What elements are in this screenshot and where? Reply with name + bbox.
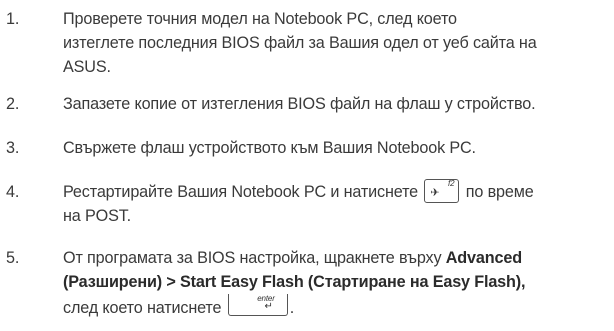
step-text-line: изтеглете последния BIOS файл за Вашия о… <box>63 34 537 52</box>
step-text: по време <box>465 183 534 201</box>
step-text: след което натиснете <box>63 299 222 317</box>
step-text-line: след което натиснете enter ↵ . <box>63 293 295 319</box>
instruction-page: 1. Проверете точния модел на Notebook PC… <box>0 0 614 331</box>
step-number: 1. <box>6 10 20 28</box>
step-number: 3. <box>6 139 20 157</box>
step-text-line: Рестартирайте Вашия Notebook PC и натисн… <box>63 179 534 204</box>
step-number: 2. <box>6 95 20 113</box>
enter-arrow-icon: ↵ <box>264 300 273 312</box>
menu-path-bold: (Разширени) > Start Easy Flash (Стартира… <box>63 273 526 291</box>
enter-key: enter ↵ <box>227 293 288 316</box>
menu-path-bold: Advanced <box>445 249 522 267</box>
step-text-line: Свържете флаш устройството към Вашия Not… <box>63 139 476 157</box>
step-text-line: на POST. <box>63 207 132 225</box>
airplane-icon: ✈ <box>430 187 440 200</box>
step-number: 4. <box>6 183 20 201</box>
step-text: От програмата за BIOS настройка, щракнет… <box>63 249 442 267</box>
step-text: . <box>289 299 295 317</box>
step-text-line: От програмата за BIOS настройка, щракнет… <box>63 247 522 269</box>
step-number: 5. <box>6 249 20 267</box>
step-text-line: Проверете точния модел на Notebook PC, с… <box>63 10 457 28</box>
f2-key: ✈ f2 <box>424 179 460 204</box>
step-text-line: Запазете копие от изтегления BIOS файл н… <box>63 95 536 113</box>
f2-key-label: f2 <box>448 179 455 189</box>
step-text-line: ASUS. <box>63 58 111 76</box>
step-text: Рестартирайте Вашия Notebook PC и натисн… <box>63 183 419 201</box>
